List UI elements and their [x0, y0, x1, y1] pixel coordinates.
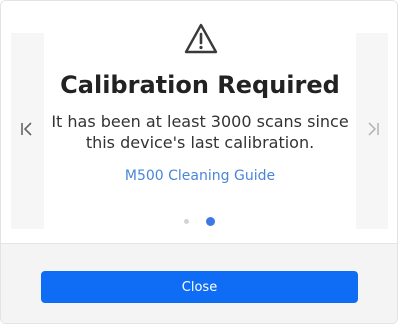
- pagination-dot-1[interactable]: [184, 219, 189, 224]
- warning-triangle-icon: [184, 23, 218, 54]
- calibration-dialog: Calibration Required It has been at leas…: [0, 0, 398, 324]
- close-button[interactable]: Close: [41, 271, 358, 303]
- carousel: Calibration Required It has been at leas…: [1, 1, 397, 243]
- carousel-prev-button[interactable]: [17, 119, 37, 139]
- pagination-dot-2-active[interactable]: [206, 217, 215, 226]
- dialog-title: Calibration Required: [60, 71, 340, 99]
- cleaning-guide-link[interactable]: M500 Cleaning Guide: [1, 166, 397, 186]
- carousel-pagination: [182, 216, 222, 228]
- skip-previous-icon: [21, 122, 32, 136]
- carousel-next-button[interactable]: [363, 119, 383, 139]
- dialog-message: It has been at least 3000 scans since th…: [51, 112, 349, 152]
- skip-next-icon: [368, 122, 379, 136]
- dialog-footer: Close: [1, 243, 397, 323]
